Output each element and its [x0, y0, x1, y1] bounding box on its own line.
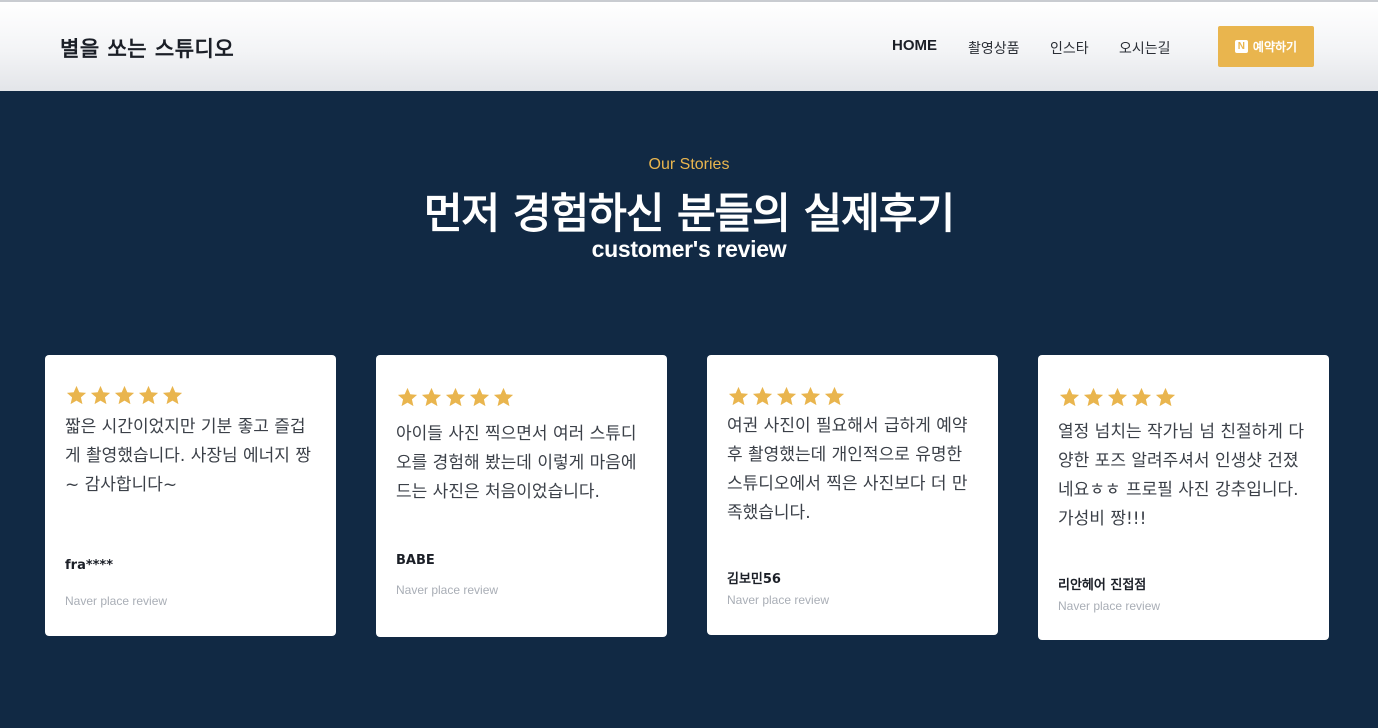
star-icon	[421, 387, 442, 407]
reserve-button-label: 예약하기	[1252, 40, 1298, 54]
review-source: Naver place review	[65, 594, 168, 608]
star-icon	[824, 386, 845, 406]
review-card: 여권 사진이 필요해서 급하게 예약 후 촬영했는데 개인적으로 유명한 스튜디…	[707, 355, 998, 635]
reserve-button[interactable]: N 예약하기	[1218, 26, 1314, 67]
star-icon	[800, 386, 821, 406]
star-icon	[445, 387, 466, 407]
star-icon	[1155, 387, 1176, 407]
section-title: 먼저 경험하신 분들의 실제후기	[423, 189, 955, 238]
site-logo[interactable]: 별을 쏘는 스튜디오	[60, 33, 234, 63]
star-icon	[752, 386, 773, 406]
review-card: 아이들 사진 찍으면서 여러 스튜디오를 경험해 봤는데 이렇게 마음에 드는 …	[376, 355, 667, 637]
nav-home[interactable]: HOME	[892, 37, 937, 54]
review-text: 여권 사진이 필요해서 급하게 예약 후 촬영했는데 개인적으로 유명한 스튜디…	[727, 416, 968, 523]
nav-products[interactable]: 촬영상품	[968, 38, 1020, 58]
review-author: fra****	[65, 558, 114, 573]
review-card: 짧은 시간이었지만 기분 좋고 즐겁게 촬영했습니다. 사장님 에너지 짱~ 감…	[45, 355, 336, 636]
star-icon	[1083, 387, 1104, 407]
rating-stars	[727, 385, 978, 408]
rating-stars	[1058, 386, 1309, 409]
naver-n-icon: N	[1234, 40, 1248, 53]
review-text: 짧은 시간이었지만 기분 좋고 즐겁게 촬영했습니다. 사장님 에너지 짱~ 감…	[65, 417, 311, 495]
star-icon	[1131, 387, 1152, 407]
review-source: Naver place review	[396, 583, 499, 597]
star-icon	[138, 385, 159, 405]
nav-directions[interactable]: 오시는길	[1119, 38, 1171, 58]
star-icon	[397, 387, 418, 407]
star-icon	[114, 385, 135, 405]
rating-stars	[396, 386, 647, 409]
review-author: 리안헤어 진접점	[1058, 578, 1147, 593]
star-icon	[493, 387, 514, 407]
review-source: Naver place review	[1058, 599, 1161, 613]
review-text: 아이들 사진 찍으면서 여러 스튜디오를 경험해 봤는데 이렇게 마음에 드는 …	[396, 424, 637, 502]
nav-instagram[interactable]: 인스타	[1050, 38, 1089, 58]
rating-stars	[65, 384, 316, 407]
review-source: Naver place review	[727, 593, 830, 607]
review-text: 열정 넘치는 작가님 넘 친절하게 다양한 포즈 알려주셔서 인생샷 건졌네요ㅎ…	[1058, 422, 1304, 529]
star-icon	[728, 386, 749, 406]
review-author: BABE	[396, 553, 435, 568]
review-author: 김보민56	[727, 572, 781, 587]
star-icon	[469, 387, 490, 407]
star-icon	[1059, 387, 1080, 407]
star-icon	[90, 385, 111, 405]
star-icon	[1107, 387, 1128, 407]
section-subtitle: customer's review	[591, 236, 787, 262]
star-icon	[162, 385, 183, 405]
site-header: 별을 쏘는 스튜디오 HOME 촬영상품 인스타 오시는길 N 예약하기	[0, 2, 1378, 91]
star-icon	[776, 386, 797, 406]
review-card: 열정 넘치는 작가님 넘 친절하게 다양한 포즈 알려주셔서 인생샷 건졌네요ㅎ…	[1038, 355, 1329, 640]
section-eyebrow: Our Stories	[648, 156, 730, 173]
star-icon	[66, 385, 87, 405]
